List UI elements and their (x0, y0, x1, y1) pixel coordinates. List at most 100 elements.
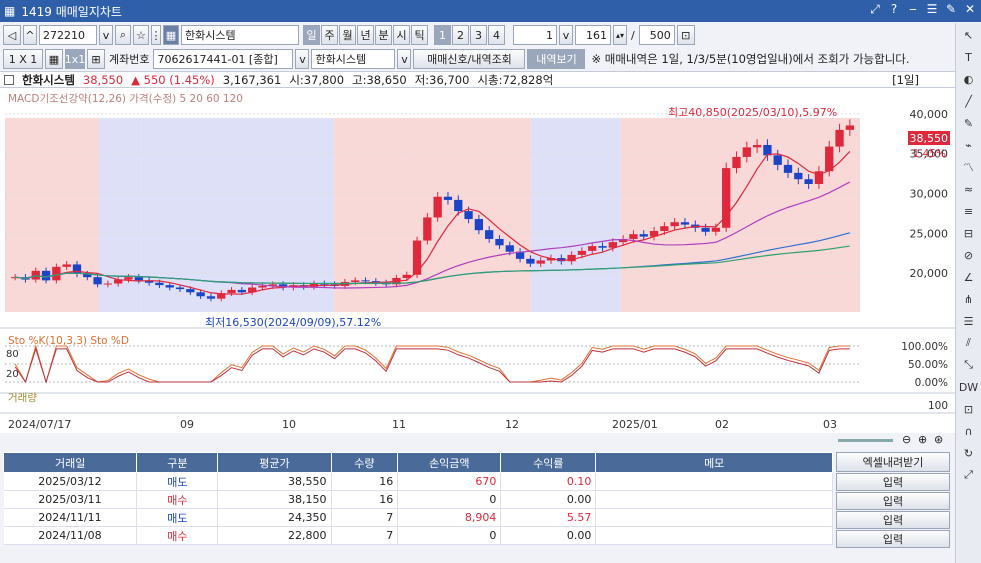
fan-icon[interactable]: ⋔ (958, 289, 980, 309)
prev-button[interactable]: ◁ (3, 25, 21, 45)
code-input[interactable]: 272210 (39, 25, 97, 45)
count-input-1[interactable]: 1 (513, 25, 557, 45)
candle (485, 230, 494, 239)
text-icon[interactable]: T (958, 47, 980, 67)
table-cell: 매도 (136, 508, 219, 527)
circle-icon[interactable]: ◐ (958, 69, 980, 89)
num-2[interactable]: 3 (470, 25, 487, 45)
pencil-icon[interactable]: ✎ (958, 113, 980, 133)
fib-icon[interactable]: ⊘ (958, 245, 980, 265)
period-4[interactable]: 분 (375, 25, 392, 45)
refresh-icon[interactable]: ↻ (958, 443, 980, 463)
mode-button[interactable]: 1x1 (65, 49, 85, 69)
candle (103, 283, 113, 285)
table-cell: 0 (397, 526, 502, 545)
minimize-icon[interactable]: ‒ (906, 2, 920, 17)
table-row[interactable]: 2025/03/12 매도 38,550 16 670 0.10 (3, 472, 833, 491)
scale-button[interactable]: 1 X 1 (3, 49, 43, 69)
box-icon[interactable]: ⊟ (958, 223, 980, 243)
up-button[interactable]: ^ (23, 25, 37, 45)
period-6[interactable]: 틱 (411, 25, 428, 45)
excel-download-button[interactable]: 엑셀내려받기 (836, 452, 950, 472)
memo-input-button[interactable]: 입력 (836, 473, 950, 491)
num-1[interactable]: 2 (452, 25, 469, 45)
search-icon[interactable]: ⌕ (115, 25, 131, 45)
account-label: 계좌번호 (109, 53, 150, 66)
table-cell: 8,904 (397, 508, 502, 527)
layout-icon[interactable]: ⊞ (87, 49, 105, 69)
line-icon[interactable]: ╱ (958, 91, 980, 111)
link-icon[interactable]: ⤢ (868, 2, 882, 17)
close-icon[interactable]: ✕ (963, 2, 977, 17)
candle (670, 222, 679, 227)
stock-dropdown[interactable]: v (397, 49, 412, 69)
capture-icon[interactable]: ⊡ (958, 399, 980, 419)
expand-icon[interactable]: ⤢ (958, 465, 980, 485)
quote-change: ▲ 550 (1.45%) (131, 72, 215, 87)
table-row[interactable]: 2024/11/11 매도 24,350 7 8,904 5.57 (3, 508, 833, 527)
memo-input-button[interactable]: 입력 (836, 511, 950, 529)
col-header: 구분 (136, 452, 219, 473)
period-5[interactable]: 시 (393, 25, 410, 45)
volume-tick: 100 (928, 400, 948, 412)
lock-icon[interactable]: ⊡ (676, 25, 695, 45)
magnet-icon[interactable]: ∩ (958, 421, 980, 441)
code-dropdown-button[interactable]: v (99, 25, 113, 45)
memo-input-button[interactable]: 입력 (836, 530, 950, 548)
price-chart[interactable]: 40,00035,00030,00025,00020,000MACD기조선강약(… (0, 88, 955, 433)
zoom-fit-icon[interactable]: ⊛ (934, 433, 943, 446)
num-0[interactable]: 1 (434, 25, 451, 45)
candle (474, 219, 484, 231)
checkbox[interactable] (4, 74, 14, 85)
candle (495, 238, 504, 246)
low-annotation: 최저16,530(2024/09/09),57.12% (205, 316, 381, 329)
period-0[interactable]: 일 (303, 25, 320, 45)
brush-icon[interactable]: ⌁ (958, 135, 980, 155)
period-1[interactable]: 주 (321, 25, 338, 45)
candle (52, 266, 61, 281)
period-3[interactable]: 년 (357, 25, 374, 45)
table-row[interactable]: 2025/03/11 매수 38,150 16 0 0.00 (3, 490, 833, 509)
measure-icon[interactable]: ⤡ (958, 355, 980, 375)
period-2[interactable]: 월 (339, 25, 356, 45)
account-dropdown[interactable]: v (295, 49, 310, 69)
signal-button[interactable]: 매매신호/내역조회 (413, 49, 526, 69)
count-dropdown[interactable]: v (559, 25, 573, 45)
group-icon[interactable]: ▦ (163, 25, 179, 45)
count-input-3[interactable]: 500 (638, 25, 675, 45)
stock-select[interactable]: 한화시스템 (311, 49, 396, 69)
memo-input-button[interactable]: 입력 (836, 492, 950, 510)
zoom-slider[interactable] (838, 439, 893, 442)
candle (443, 196, 453, 200)
candle (526, 258, 535, 264)
account-select[interactable]: 7062617441-01 [종합] (153, 49, 294, 69)
chart-area[interactable]: 40,000 35,000 30,000 25,000 20,000 MACD기조선강약(… (0, 88, 955, 433)
cursor-icon[interactable]: ↖ (958, 25, 980, 45)
zoom-in-icon[interactable]: ⊕ (918, 433, 927, 446)
table-cell: 24,350 (217, 508, 332, 527)
zoom-out-icon[interactable]: ⊖ (902, 433, 911, 446)
help-icon[interactable]: ? (887, 2, 901, 17)
table-row[interactable]: 2024/11/08 매수 22,800 7 0 0.00 (3, 526, 833, 545)
table-cell: 16 (331, 490, 399, 509)
dots-icon[interactable]: ⋮ (151, 25, 162, 45)
pin-icon[interactable]: ✎ (944, 2, 958, 17)
list-icon[interactable]: ☰ (958, 311, 980, 331)
drawing-toolbar: ↖ T ◐ ╱ ✎ ⌁ 〽 ≈ ≡ ⊟ ⊘ ∠ ⋔ ☰ ⫽ ⤡ DW ⊡ ∩ ↻… (955, 23, 981, 563)
hline-icon[interactable]: ≡ (958, 201, 980, 221)
channel-icon[interactable]: ⫽ (958, 333, 980, 353)
trend-icon[interactable]: 〽 (958, 157, 980, 177)
star-icon[interactable]: ☆ (133, 25, 149, 45)
menu-icon[interactable]: ☰ (925, 2, 939, 17)
candle (165, 285, 174, 288)
grid-icon[interactable]: ▦ (45, 49, 63, 69)
stepper[interactable]: ▴▾ (613, 25, 627, 45)
wave-icon[interactable]: ≈ (958, 179, 980, 199)
count-input-2[interactable]: 161 (575, 25, 611, 45)
history-button[interactable]: 내역보기 (527, 49, 586, 69)
dw-icon[interactable]: DW (958, 377, 980, 397)
angle-icon[interactable]: ∠ (958, 267, 980, 287)
stoch-tick: 0.00% (915, 377, 948, 389)
bg-band (620, 118, 860, 312)
num-3[interactable]: 4 (488, 25, 505, 45)
